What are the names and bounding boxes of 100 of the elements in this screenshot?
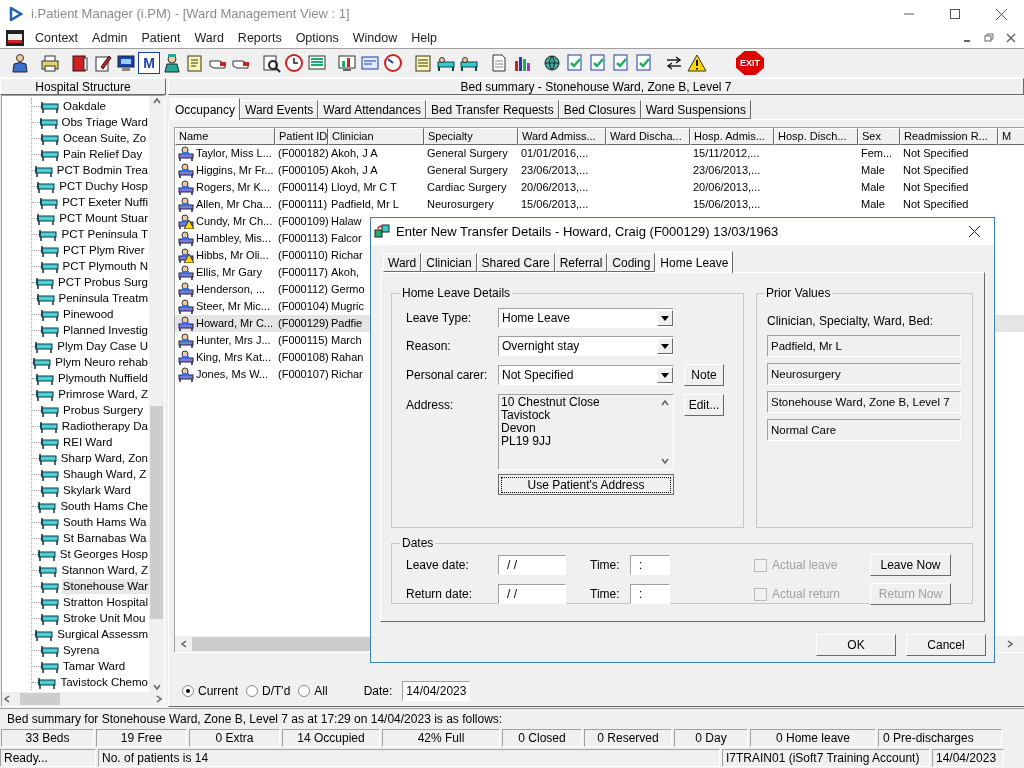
tab[interactable]: Ward	[383, 253, 422, 272]
menu-item[interactable]: Patient	[134, 28, 188, 48]
scroll-left-icon[interactable]	[2, 694, 12, 704]
horizontal-scrollbar[interactable]	[2, 692, 164, 706]
ward-item[interactable]: Surgical Assessm	[56, 626, 149, 642]
date-field[interactable]: 14/04/2023	[402, 681, 471, 701]
ward-item[interactable]: PCT Plymouth N	[61, 258, 149, 274]
ward-item[interactable]: Pain Relief Day	[62, 146, 144, 162]
ward-item[interactable]: Obs Triage Ward	[60, 114, 149, 130]
ward-item[interactable]: Stratton Hospital	[62, 594, 149, 610]
dropdown[interactable]: Overnight stay	[498, 336, 674, 356]
column-header[interactable]: Patient ID	[275, 128, 328, 145]
radio-button[interactable]	[298, 685, 311, 697]
menu-item[interactable]: Window	[345, 28, 405, 48]
ok-button[interactable]: OK	[816, 634, 896, 656]
tab[interactable]: Coding	[607, 253, 656, 272]
monitor-icon[interactable]	[115, 52, 137, 74]
ward-item[interactable]: Peninsula Treatm	[57, 290, 149, 306]
scroll-right-icon[interactable]	[154, 694, 164, 704]
ward-item[interactable]: Shaugh Ward, Z	[62, 466, 148, 482]
radio-button[interactable]	[182, 685, 194, 697]
dropdown-arrow-icon[interactable]	[661, 372, 669, 378]
scroll-left-icon[interactable]	[179, 639, 189, 649]
exit-button[interactable]: EXIT	[736, 51, 764, 75]
tab[interactable]: Ward Attendances	[318, 100, 426, 119]
scroll-up-icon[interactable]	[151, 96, 162, 106]
ward-item[interactable]: Stannon Ward, Z	[60, 562, 149, 578]
ward-item[interactable]: Syrena	[62, 642, 101, 658]
book-icon[interactable]	[69, 52, 91, 74]
edit-button[interactable]: Edit...	[684, 394, 724, 416]
ward-item[interactable]: Plym Neuro rehab	[54, 354, 149, 370]
tab[interactable]: Occupancy	[170, 98, 241, 120]
ward-item[interactable]: Skylark Ward	[62, 482, 132, 498]
column-header[interactable]: M	[998, 128, 1024, 145]
cancel-button[interactable]: Cancel	[906, 634, 986, 656]
tab[interactable]: Ward Events	[240, 100, 319, 119]
dropdown-arrow-icon[interactable]	[661, 315, 669, 321]
search-icon[interactable]	[260, 52, 282, 74]
column-header[interactable]: Hosp. Disch...	[774, 128, 858, 145]
scroll-up-icon[interactable]	[660, 398, 670, 408]
ward-item[interactable]: Sharp Ward, Zon	[59, 450, 149, 466]
ward-item[interactable]: Plym Day Case U	[56, 338, 149, 354]
tab[interactable]: Referral	[554, 253, 608, 272]
warning-icon[interactable]	[686, 52, 708, 74]
scrollbar-thumb[interactable]	[150, 405, 163, 619]
ward-item[interactable]: Stroke Unit Mou	[62, 610, 147, 626]
tab[interactable]: Ward Suspensions	[640, 100, 751, 119]
ward-item[interactable]: PCT Bodmin Trea	[55, 162, 149, 178]
person-icon[interactable]	[9, 52, 31, 74]
scrollbar-thumb[interactable]	[20, 693, 60, 705]
radio-label[interactable]: D/T'd	[262, 682, 291, 700]
radio-label[interactable]: Current	[198, 682, 238, 700]
restore-icon[interactable]	[982, 32, 996, 44]
tab[interactable]: Clinician	[421, 253, 477, 272]
note-button[interactable]: Note	[684, 364, 724, 386]
column-header[interactable]: Ward Discha...	[606, 128, 690, 145]
ward-item[interactable]: PCT Plym River	[62, 242, 146, 258]
column-header[interactable]: Ward Admiss...	[518, 128, 606, 145]
ward-item[interactable]: PCT Mount Stuar	[58, 210, 149, 226]
ward-item[interactable]: South Hams Che	[59, 498, 149, 514]
tab[interactable]: Bed Transfer Requests	[425, 100, 559, 119]
ward-item[interactable]: St Barnabas Wa	[62, 530, 148, 546]
ward-item[interactable]: PCT Peninsula T	[60, 226, 149, 242]
ward-item[interactable]: Radiotherapy Da	[60, 418, 149, 434]
menu-item[interactable]: Ward	[187, 28, 231, 48]
nurse-icon[interactable]	[161, 52, 183, 74]
ward-item[interactable]: Oakdale	[62, 98, 107, 114]
mail-merge-button[interactable]: M	[138, 52, 160, 74]
ward-item[interactable]: PCT Duchy Hosp	[58, 178, 149, 194]
ward-item[interactable]: St Georges Hosp	[58, 546, 149, 562]
ward-item[interactable]: Tamar Ward	[62, 658, 127, 674]
ward-item[interactable]: Probus Surgery	[62, 402, 144, 418]
ward-item[interactable]: PCT Probus Surg	[57, 274, 149, 290]
menu-item[interactable]: Reports	[230, 28, 289, 48]
column-header[interactable]: Name	[175, 128, 275, 145]
chart-screen-icon[interactable]	[336, 52, 358, 74]
ward-item[interactable]: PCT Exeter Nuffi	[61, 194, 149, 210]
menu-item[interactable]: Help	[404, 28, 444, 48]
column-header[interactable]: Hosp. Admis...	[690, 128, 774, 145]
column-header[interactable]: Sex	[858, 128, 900, 145]
dropdown-arrow-icon[interactable]	[661, 343, 669, 349]
scroll-down-icon[interactable]	[151, 682, 162, 692]
dropdown[interactable]: Home Leave	[498, 308, 674, 328]
tab[interactable]: Bed Closures	[558, 100, 641, 119]
vertical-scrollbar[interactable]	[149, 96, 164, 692]
printer-icon[interactable]	[39, 52, 61, 74]
ward-item[interactable]: South Hams Wa	[62, 514, 148, 530]
ward-item[interactable]: REI Ward	[62, 434, 114, 450]
globe-icon[interactable]	[541, 52, 563, 74]
ward-item[interactable]: Ocean Suite, Zo	[62, 130, 148, 146]
ward-item[interactable]: Plymouth Nuffield	[57, 370, 149, 386]
menu-item[interactable]: Options	[288, 28, 346, 48]
gauge-icon[interactable]	[382, 52, 404, 74]
use-address-button[interactable]: Use Patient's Address	[498, 474, 674, 495]
column-header[interactable]: Specialty	[424, 128, 518, 145]
close-icon[interactable]	[1004, 32, 1018, 44]
radio-label[interactable]: All	[314, 682, 328, 700]
scrollbar-thumb[interactable]	[192, 637, 372, 651]
ward-item[interactable]: Pinewood	[62, 306, 115, 322]
scroll-right-icon[interactable]	[1005, 639, 1015, 649]
